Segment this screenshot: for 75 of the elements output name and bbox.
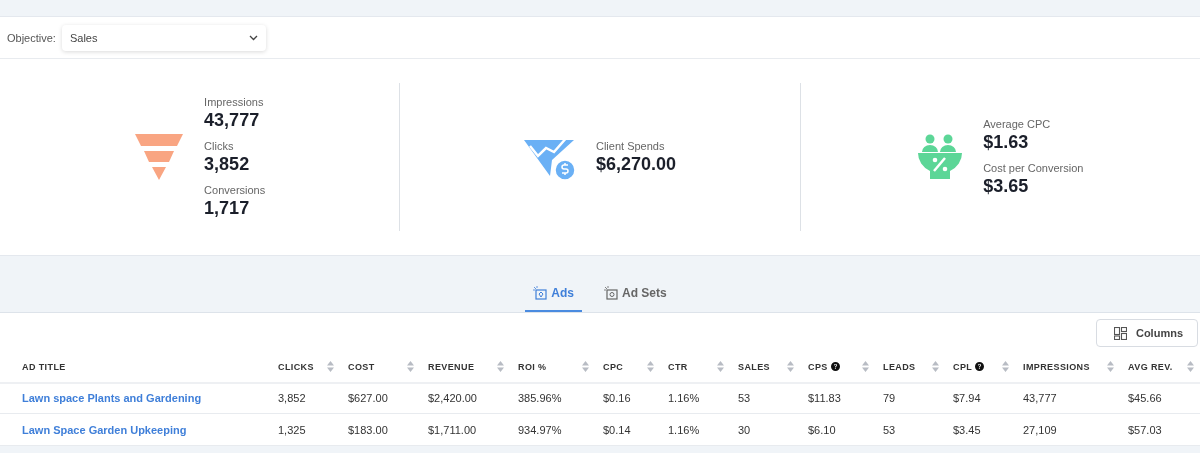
table-cell: 3,852	[270, 382, 340, 414]
table-cell: 53	[730, 382, 800, 414]
tab[interactable]: Ad Sets	[596, 286, 675, 312]
metric-label: Client Spends	[595, 139, 666, 152]
column-header: CTR	[668, 361, 688, 372]
metric-value: $6,270.00	[595, 153, 677, 175]
metric-value: 43,777	[204, 109, 261, 131]
sort-icon[interactable]	[862, 361, 869, 372]
table-cell: $45.66	[1120, 382, 1200, 414]
table-cell: 30	[730, 413, 800, 446]
column-header: AVG REV.	[1128, 361, 1173, 372]
metric-value: $3.65	[983, 175, 1030, 197]
column-header: CLICKS	[278, 361, 314, 372]
column-header: SALES	[738, 361, 770, 372]
metric-value: 1,717	[204, 197, 251, 219]
table-cell: $57.03	[1120, 413, 1200, 446]
ad-frame-icon	[604, 286, 618, 300]
column-header: AD TITLE	[22, 361, 66, 372]
table-cell: 43,777	[1015, 382, 1120, 414]
table-cell: 934.97%	[510, 413, 595, 446]
column-header: IMPRESSIONS	[1023, 361, 1090, 372]
metric-label: Impressions	[204, 95, 265, 108]
objective-label: Objective:	[7, 31, 56, 44]
table-cell: 53	[875, 413, 945, 446]
sort-icon[interactable]	[407, 361, 414, 372]
table-cell: 79	[875, 382, 945, 414]
table-cell: $183.00	[340, 413, 420, 446]
metric-label: Average CPC	[983, 117, 1052, 130]
sort-icon[interactable]	[1187, 361, 1194, 372]
sort-icon[interactable]	[717, 361, 724, 372]
metric-value: 3,852	[204, 153, 251, 175]
bowl-people-percent-icon	[917, 134, 964, 180]
column-header: COST	[348, 361, 375, 372]
ad-frame-icon	[533, 286, 548, 300]
ad-title-link[interactable]: Lawn Space Garden Upkeeping	[22, 423, 187, 436]
sort-icon[interactable]	[327, 361, 334, 372]
table-cell: $6.10	[800, 413, 875, 446]
table-cell: $3.45	[945, 413, 1015, 446]
columns-button[interactable]: Columns	[1095, 319, 1198, 347]
sort-icon[interactable]	[932, 361, 939, 372]
column-header: ROI %	[518, 361, 547, 372]
sort-icon[interactable]	[787, 361, 794, 372]
table-cell: $11.83	[800, 382, 875, 414]
sort-icon[interactable]	[1107, 361, 1114, 372]
help-icon[interactable]	[975, 362, 985, 371]
ad-title-link[interactable]: Lawn space Plants and Gardening	[22, 391, 202, 404]
column-header: CPS	[808, 361, 828, 372]
sort-icon[interactable]	[582, 361, 589, 372]
metric-label: Clicks	[204, 139, 235, 152]
table-cell: 385.96%	[510, 382, 595, 414]
sort-icon[interactable]	[647, 361, 654, 372]
help-icon[interactable]	[830, 362, 840, 371]
column-header: CPL	[953, 361, 973, 372]
metric-value: $1.63	[983, 131, 1030, 153]
table-cell: 1,325	[270, 413, 340, 446]
table-cell: $627.00	[340, 382, 420, 414]
chevron-down-icon	[248, 34, 258, 41]
objective-select[interactable]: Sales	[61, 24, 266, 51]
column-header: REVENUE	[428, 361, 475, 372]
table-cell: $0.16	[595, 382, 660, 414]
funnel-icon	[134, 132, 185, 182]
table-cell: 27,109	[1015, 413, 1120, 446]
column-header: LEADS	[883, 361, 916, 372]
sort-icon[interactable]	[1002, 361, 1009, 372]
table-cell: 1.16%	[660, 413, 730, 446]
table-cell: 1.16%	[660, 382, 730, 414]
table-cell: $7.94	[945, 382, 1015, 414]
sort-icon[interactable]	[497, 361, 504, 372]
grid-icon	[1113, 326, 1127, 340]
metric-label: Cost per Conversion	[983, 161, 1084, 174]
table-cell: $1,711.00	[420, 413, 510, 446]
metric-label: Conversions	[204, 183, 266, 196]
table-cell: $2,420.00	[420, 382, 510, 414]
column-header: CPC	[603, 361, 624, 372]
table-cell: $0.14	[595, 413, 660, 446]
